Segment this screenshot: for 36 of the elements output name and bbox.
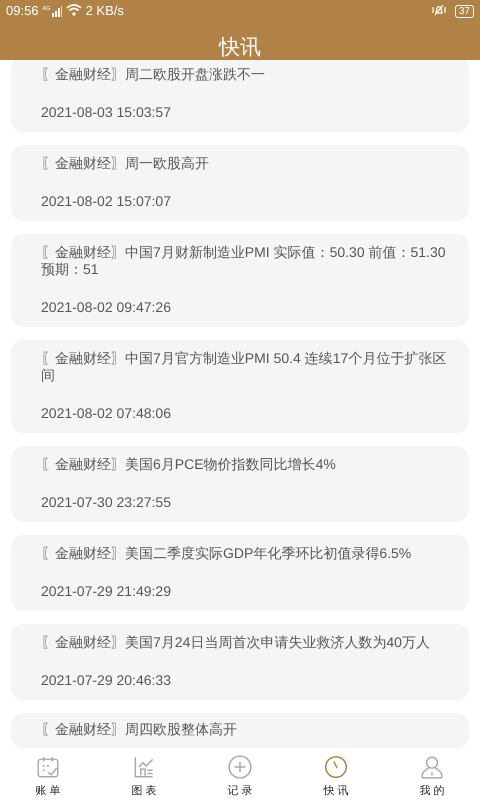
news-headline: 〖金融财经〗周四欧股整体高开 [41,721,238,738]
page-title: 快讯 [219,34,261,60]
news-time: 2021-08-02 09:47:26 [41,298,172,317]
news-time: 2021-08-02 07:48:06 [41,404,172,423]
add-icon [227,754,253,780]
news-headline: 〖金融财经〗美国7月24日当周首次申请失业救济人数为40万人 [41,634,431,651]
news-time: 2021-08-03 15:03:57 [41,103,172,122]
clock-icon [323,754,349,780]
battery-level: 37 [454,4,474,18]
clock-time: 09:56 [6,4,39,18]
news-card[interactable]: 〖金融财经〗周一欧股高开 2021-08-02 15:07:07 [11,145,469,221]
tab-item[interactable]: 快讯 [288,748,384,800]
tab-item[interactable]: 图表 [96,748,192,800]
news-card[interactable]: 〖金融财经〗中国7月官方制造业PMI 50.4 连续17个月位于扩张区间 2021-08-02 07:48:06 [11,340,469,433]
news-headline: 〖金融财经〗美国二季度实际GDP年化季环比初值录得6.5% [41,545,412,562]
news-headline: 〖金融财经〗中国7月官方制造业PMI 50.4 连续17个月位于扩张区间 [41,350,448,384]
tab-item[interactable]: 我的 [384,748,480,800]
news-time: 2021-07-29 20:46:33 [41,671,172,690]
user-icon [419,754,445,780]
news-card[interactable]: 〖金融财经〗美国7月24日当周首次申请失业救济人数为40万人 2021-07-29 20:46:33 [11,624,469,700]
news-headline: 〖金融财经〗美国6月PCE物价指数同比增长4% [41,456,337,473]
news-headline: 〖金融财经〗周二欧股开盘涨跌不一 [41,66,266,83]
news-card[interactable]: 〖金融财经〗美国二季度实际GDP年化季环比初值录得6.5% 2021-07-29 21:49:29 [11,535,469,611]
news-time: 2021-07-29 21:49:29 [41,582,172,601]
news-card[interactable]: 〖金融财经〗周二欧股开盘涨跌不一 2021-08-03 15:03:57 [11,60,469,132]
news-card[interactable]: 〖金融财经〗美国6月PCE物价指数同比增长4% 2021-07-30 23:27:55 [11,446,469,522]
news-card[interactable]: 〖金融财经〗周四欧股整体高开 [11,713,469,748]
news-time: 2021-07-30 23:27:55 [41,493,172,512]
news-headline: 〖金融财经〗周一欧股高开 [41,155,210,172]
news-time: 2021-08-02 15:07:07 [41,192,172,211]
news-card[interactable]: 〖金融财经〗中国7月财新制造业PMI 实际值：50.30 前值：51.30 预期：51 2021-08-02 09:47:26 [11,234,469,327]
network-speed: 2 KB/s [86,4,124,18]
tab-item[interactable]: 账单 [0,748,96,800]
wifi-icon [66,4,82,18]
news-headline: 〖金融财经〗中国7月财新制造业PMI 实际值：50.30 前值：51.30 预期：51 [41,244,447,278]
tab-item[interactable]: 记录 [192,748,288,800]
